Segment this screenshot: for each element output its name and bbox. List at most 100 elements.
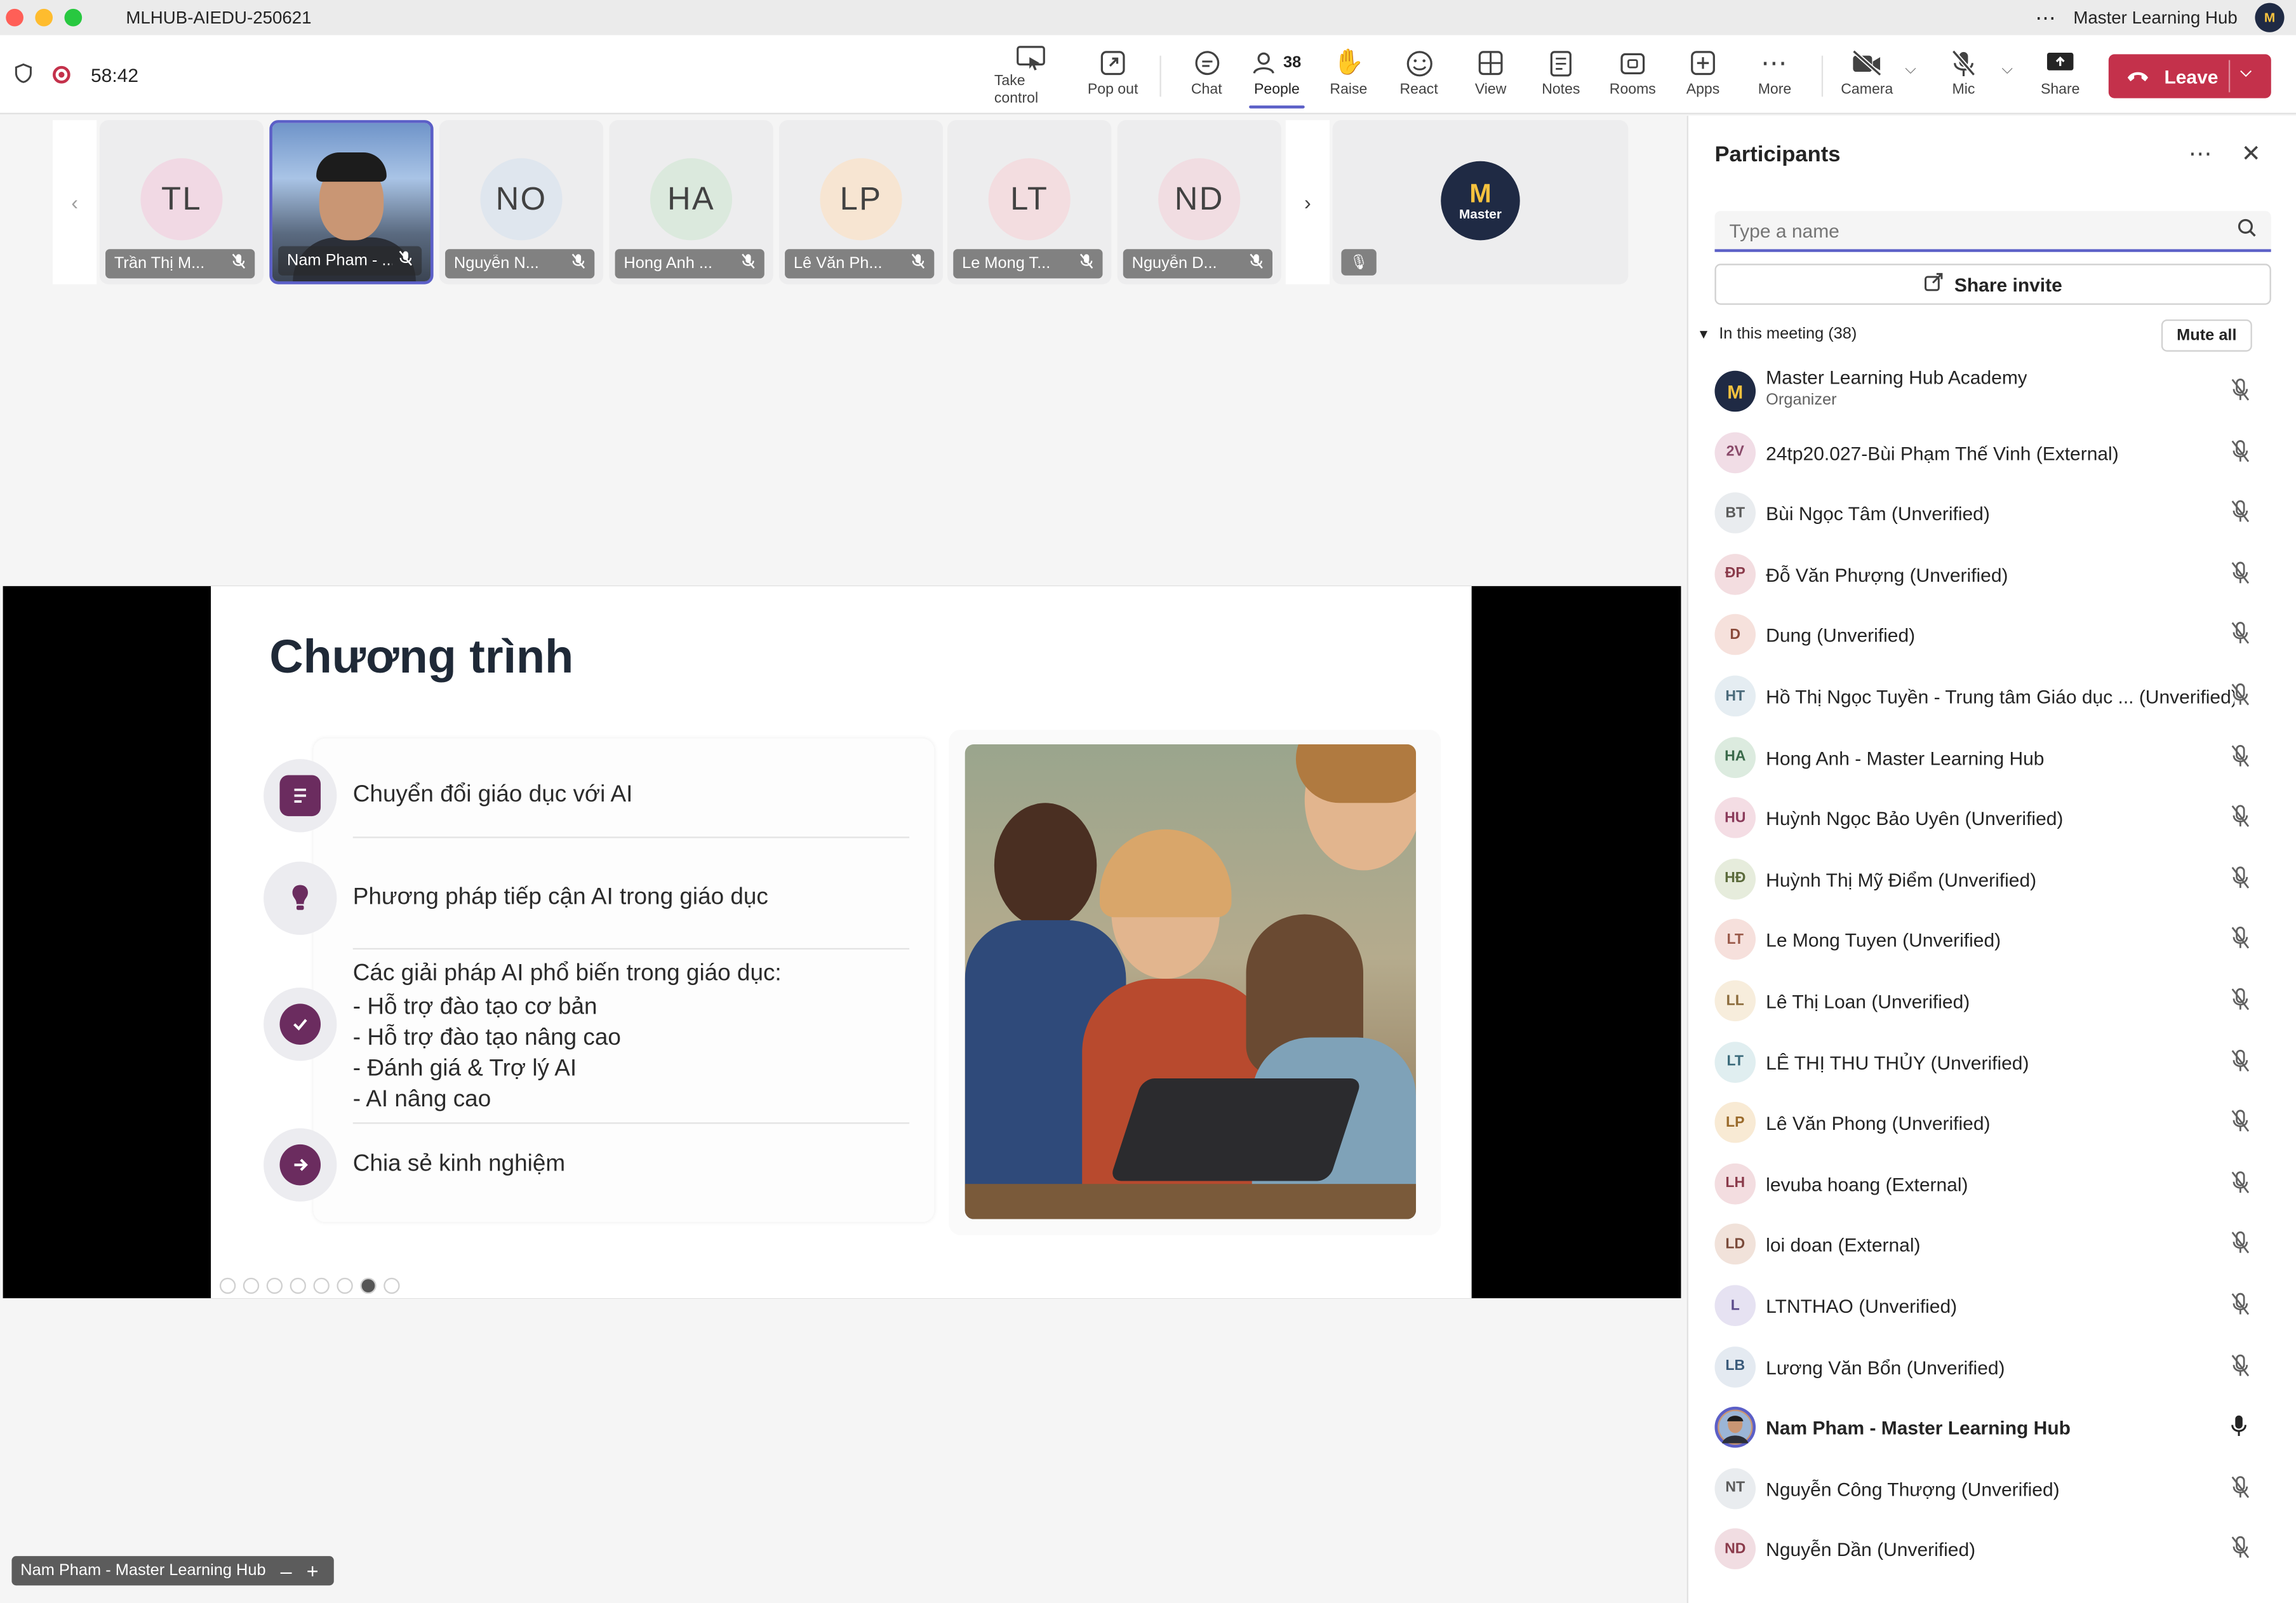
slide-tool-icon[interactable] bbox=[313, 1277, 330, 1294]
slide-tool-icon[interactable] bbox=[243, 1277, 260, 1294]
mic-off-icon[interactable] bbox=[2230, 1353, 2250, 1381]
participant-row[interactable]: HA Hong Anh - Master Learning Hub bbox=[1688, 728, 2296, 786]
participant-tile[interactable]: Nam Pham - ... bbox=[269, 120, 434, 285]
participant-row[interactable]: LL Lê Thị Loan (Unverified) bbox=[1688, 972, 2296, 1030]
slide-tool-icon[interactable] bbox=[266, 1277, 283, 1294]
mic-off-icon[interactable] bbox=[2230, 1231, 2250, 1259]
participant-tile[interactable]: LT Le Mong T... bbox=[947, 120, 1112, 285]
participant-row[interactable]: M Master Learning Hub Academy Organizer bbox=[1688, 362, 2296, 420]
gallery-next-arrow-icon[interactable]: › bbox=[1285, 120, 1330, 285]
mic-off-icon[interactable] bbox=[2230, 378, 2250, 406]
mic-off-icon[interactable] bbox=[2230, 744, 2250, 772]
avatar: LT bbox=[1714, 919, 1756, 961]
mic-off-icon[interactable] bbox=[2230, 622, 2250, 650]
mute-all-button[interactable]: Mute all bbox=[2161, 319, 2252, 352]
mic-off-icon[interactable] bbox=[2230, 1170, 2250, 1198]
mic-off-icon[interactable] bbox=[2230, 500, 2250, 528]
ellipsis-icon[interactable]: ⋯ bbox=[2035, 5, 2055, 30]
participant-row[interactable]: HT Hồ Thị Ngọc Tuyền - Trung tâm Giáo dục… bbox=[1688, 667, 2296, 725]
participant-tile[interactable]: NO Nguyễn N... bbox=[439, 120, 604, 285]
avatar: LT bbox=[1714, 1041, 1756, 1083]
account-name: Master Learning Hub bbox=[2073, 7, 2238, 28]
participant-row[interactable]: LH levuba hoang (External) bbox=[1688, 1155, 2296, 1213]
camera-button[interactable]: Camera bbox=[1831, 44, 1904, 109]
mic-off-icon[interactable] bbox=[2230, 988, 2250, 1016]
participant-row[interactable]: D Dung (Unverified) bbox=[1688, 606, 2296, 664]
participant-tile[interactable]: LP Lê Văn Ph... bbox=[778, 120, 944, 285]
participant-row[interactable]: ĐP Đỗ Văn Phượng (Unverified) bbox=[1688, 545, 2296, 603]
participant-row[interactable]: LD loi doan (External) bbox=[1688, 1216, 2296, 1274]
notes-button[interactable]: Notes bbox=[1525, 44, 1598, 109]
participant-row[interactable]: NT Nguyễn Công Thượng (Unverified) bbox=[1688, 1459, 2296, 1517]
mic-off-icon[interactable] bbox=[2230, 866, 2250, 894]
participant-tile[interactable]: HA Hong Anh ... bbox=[609, 120, 773, 285]
mic-button[interactable]: Mic bbox=[1927, 44, 2000, 109]
mic-off-icon[interactable] bbox=[2230, 1536, 2250, 1564]
share-invite-button[interactable]: Share invite bbox=[1714, 264, 2271, 305]
participant-row[interactable]: ND Nguyễn Dần (Unverified) bbox=[1688, 1520, 2296, 1578]
participant-row[interactable]: BT Bùi Ngọc Tâm (Unverified) bbox=[1688, 484, 2296, 542]
mic-off-icon[interactable] bbox=[2230, 683, 2250, 711]
participant-row[interactable]: HU Huỳnh Ngọc Bảo Uyên (Unverified) bbox=[1688, 789, 2296, 847]
share-button[interactable]: Share bbox=[2024, 44, 2097, 109]
search-icon[interactable] bbox=[2238, 218, 2257, 242]
participant-row[interactable]: L LTNTHAO (Unverified) bbox=[1688, 1277, 2296, 1335]
participant-gallery: ‹ TL Trần Thị M... Nam Pham - ... NO Nguyễn … bbox=[53, 120, 1629, 285]
chat-button[interactable]: Chat bbox=[1170, 44, 1243, 109]
mic-off-icon[interactable] bbox=[2230, 439, 2250, 467]
react-button[interactable]: React bbox=[1382, 44, 1455, 109]
in-meeting-section-toggle[interactable]: ▼ In this meeting (38) bbox=[1697, 325, 1857, 343]
mic-off-icon[interactable] bbox=[2230, 561, 2250, 589]
camera-options-chevron-icon[interactable]: ⌵ bbox=[1905, 62, 1916, 77]
account-avatar[interactable]: M bbox=[2255, 3, 2285, 32]
pop-out-button[interactable]: Pop out bbox=[1076, 44, 1149, 109]
organizer-tile[interactable]: M Master 🎙 bbox=[1332, 120, 1629, 285]
participant-row[interactable]: LT LÊ THỊ THU THỦY (Unverified) bbox=[1688, 1033, 2296, 1091]
mic-off-icon[interactable] bbox=[2230, 1475, 2250, 1503]
close-icon[interactable]: ✕ bbox=[2241, 139, 2261, 168]
leave-button[interactable]: Leave ⌵ bbox=[2108, 54, 2271, 98]
apps-button[interactable]: Apps bbox=[1666, 44, 1739, 109]
participant-row[interactable]: LB Lương Văn Bổn (Unverified) bbox=[1688, 1337, 2296, 1395]
mic-options-chevron-icon[interactable]: ⌵ bbox=[2001, 62, 2013, 77]
raise-hand-button[interactable]: ✋ Raise bbox=[1312, 44, 1385, 109]
participant-tile[interactable]: ND Nguyễn D... bbox=[1117, 120, 1281, 285]
slide-tool-icon[interactable] bbox=[360, 1277, 377, 1294]
plus-icon[interactable]: + bbox=[307, 1560, 319, 1581]
presenter-label[interactable]: Nam Pham - Master Learning Hub – + bbox=[11, 1556, 334, 1586]
panel-more-icon[interactable]: ⋯ bbox=[2189, 139, 2212, 168]
mic-on-icon[interactable] bbox=[2230, 1414, 2248, 1442]
slide-tool-icon[interactable] bbox=[337, 1277, 353, 1294]
window-controls bbox=[6, 8, 83, 27]
slide-tool-icon[interactable] bbox=[290, 1277, 306, 1294]
people-button[interactable]: 38 People bbox=[1240, 44, 1313, 109]
slide-tool-icon[interactable] bbox=[219, 1277, 236, 1294]
close-window-button[interactable] bbox=[6, 8, 23, 27]
mic-off-icon[interactable] bbox=[2230, 1110, 2250, 1137]
participant-row[interactable]: Nam Pham - Master Learning Hub bbox=[1688, 1398, 2296, 1456]
participant-row[interactable]: LP Lê Văn Phong (Unverified) bbox=[1688, 1094, 2296, 1152]
view-button[interactable]: View bbox=[1454, 44, 1527, 109]
participant-row[interactable]: LT Le Mong Tuyen (Unverified) bbox=[1688, 911, 2296, 969]
rooms-button[interactable]: Rooms bbox=[1596, 44, 1669, 109]
participant-name: Le Mong Tuyen (Unverified) bbox=[1766, 929, 2001, 952]
participant-row[interactable]: 2V 24tp20.027-Bùi Phạm Thế Vinh (External… bbox=[1688, 423, 2296, 481]
mic-off-icon[interactable] bbox=[2230, 1292, 2250, 1320]
mic-off-icon[interactable] bbox=[2230, 805, 2250, 833]
participant-tile[interactable]: TL Trần Thị M... bbox=[99, 120, 264, 285]
participant-row[interactable]: HĐ Huỳnh Thị Mỹ Điểm (Unverified) bbox=[1688, 850, 2296, 908]
take-control-button[interactable]: Take control bbox=[994, 44, 1067, 109]
minimize-window-button[interactable] bbox=[35, 8, 53, 27]
list-icon bbox=[264, 759, 337, 833]
slide-tool-icon[interactable] bbox=[384, 1277, 400, 1294]
shield-icon[interactable] bbox=[15, 62, 32, 87]
leave-options-chevron-icon[interactable]: ⌵ bbox=[2240, 65, 2252, 81]
zoom-window-button[interactable] bbox=[64, 8, 83, 27]
participant-search-input[interactable] bbox=[1729, 218, 2238, 241]
gallery-prev-arrow-icon[interactable]: ‹ bbox=[53, 120, 97, 285]
more-button[interactable]: ⋯ More bbox=[1738, 44, 1811, 109]
mic-off-icon[interactable] bbox=[2230, 927, 2250, 955]
minus-icon[interactable]: – bbox=[281, 1560, 292, 1581]
rooms-label: Rooms bbox=[1609, 82, 1656, 98]
mic-off-icon[interactable] bbox=[2230, 1049, 2250, 1076]
